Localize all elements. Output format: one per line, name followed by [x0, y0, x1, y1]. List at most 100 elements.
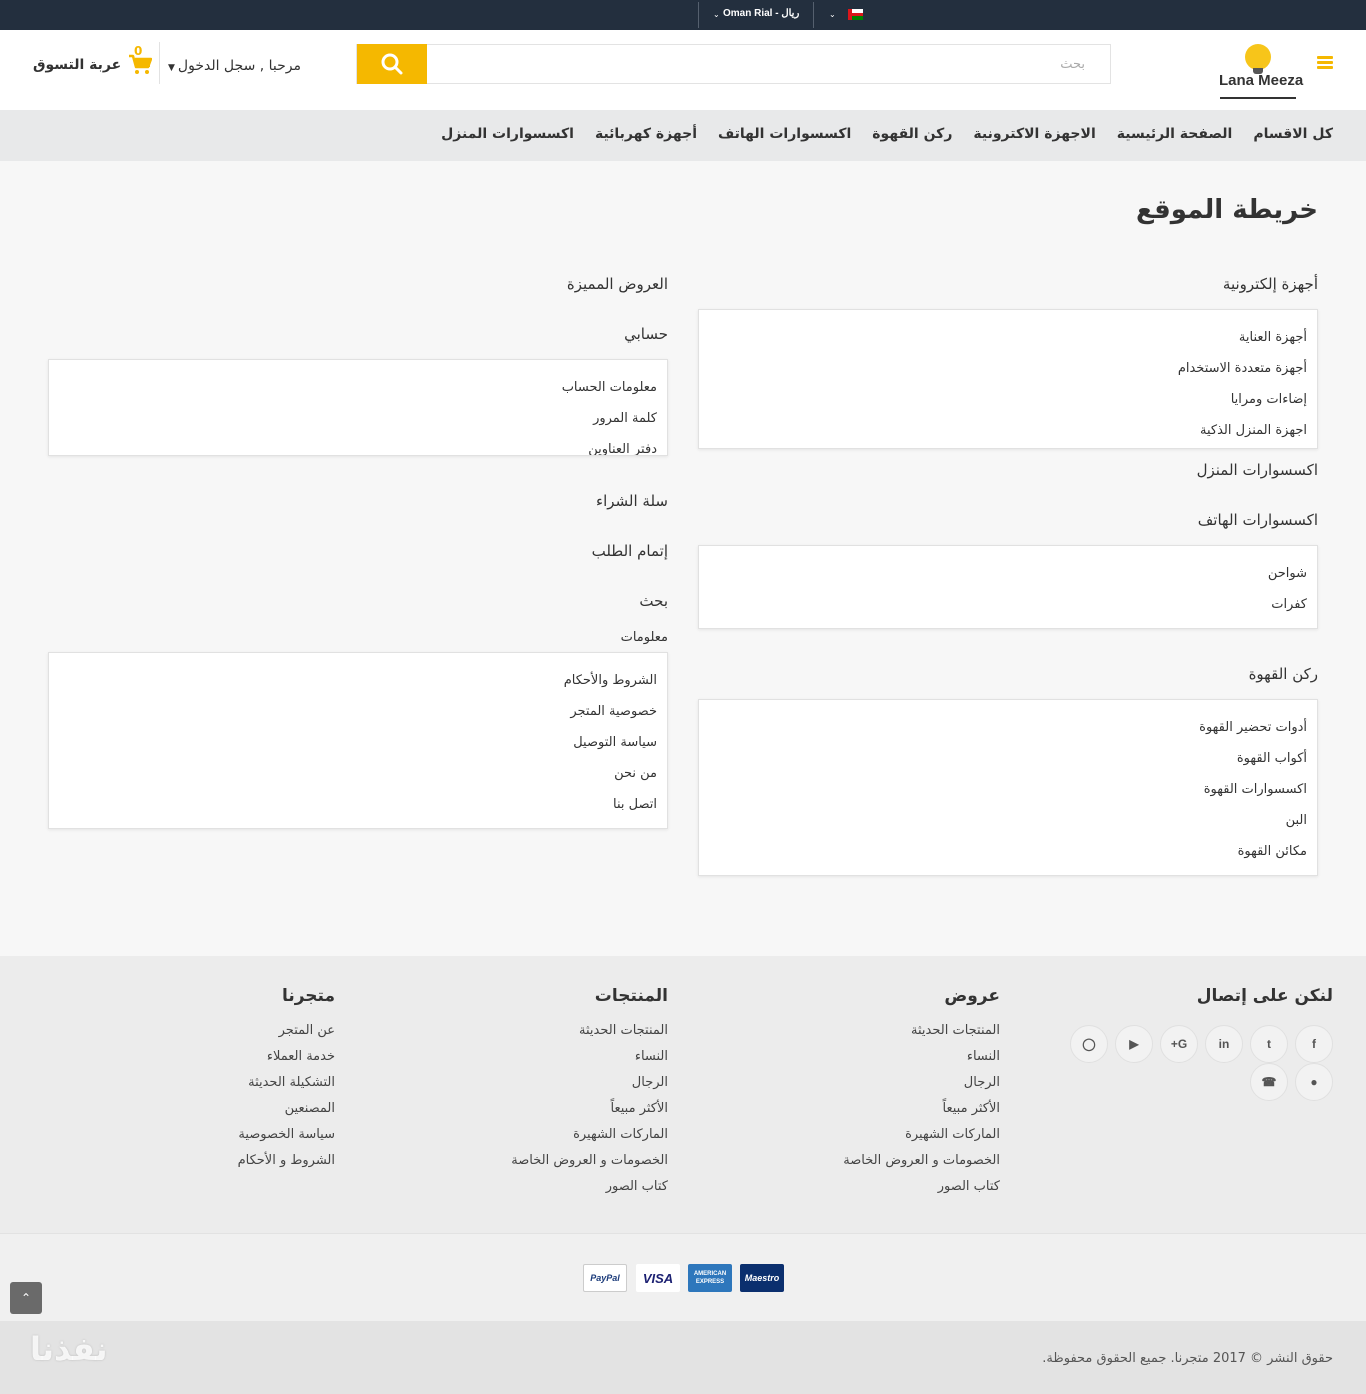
divider: [813, 2, 814, 28]
whatsapp-icon[interactable]: ☎: [1250, 1063, 1288, 1101]
nav-item-electrical-appliances[interactable]: أجهزة كهربائية: [595, 126, 697, 142]
account-menu[interactable]: مرحبا , سجل الدخول▼: [168, 58, 301, 74]
sitemap-link[interactable]: الشروط والأحكام: [49, 665, 657, 696]
nav-item-all-categories[interactable]: كل الاقسام: [1253, 126, 1333, 142]
twitter-icon[interactable]: t: [1250, 1025, 1288, 1063]
sitemap-link[interactable]: إضاءات ومرايا: [699, 384, 1307, 415]
footer-products-title: المنتجات: [594, 986, 668, 1006]
footer-link[interactable]: سياسة الخصوصية: [238, 1122, 335, 1148]
footer-link[interactable]: التشكيلة الحديثة: [238, 1070, 335, 1096]
sitemap-link[interactable]: اكسسوارات القهوة: [699, 774, 1307, 805]
footer-link[interactable]: المنتجات الحديثة: [843, 1018, 1000, 1044]
footer-link[interactable]: المصنعين: [238, 1096, 335, 1122]
footer-link[interactable]: الرجال: [843, 1070, 1000, 1096]
sitemap-info-box: الشروط والأحكام خصوصية المتجر سياسة التو…: [48, 652, 668, 829]
sitemap-link[interactable]: شواحن: [699, 558, 1307, 589]
sitemap-checkout-title[interactable]: إتمام الطلب: [592, 542, 668, 560]
sitemap-link[interactable]: خصوصية المتجر: [49, 696, 657, 727]
footer-link[interactable]: الماركات الشهيرة: [511, 1122, 668, 1148]
bulb-icon: [1245, 44, 1271, 74]
watermark: نفذنا: [30, 1330, 108, 1368]
scroll-to-top-button[interactable]: ⌃: [10, 1282, 42, 1314]
sitemap-link[interactable]: سياسة التوصيل: [49, 727, 657, 758]
footer-link[interactable]: النساء: [843, 1044, 1000, 1070]
footer-link[interactable]: المنتجات الحديثة: [511, 1018, 668, 1044]
main-nav: كل الاقسام الصفحة الرئيسية الاجهزة الاكت…: [0, 110, 1366, 161]
footer-link[interactable]: الأكثر مبيعاً: [511, 1096, 668, 1122]
facebook-icon[interactable]: f: [1295, 1025, 1333, 1063]
footer-link[interactable]: الشروط و الأحكام: [238, 1148, 335, 1174]
paypal-icon: PayPal: [583, 1264, 627, 1292]
sitemap-link[interactable]: أكواب القهوة: [699, 743, 1307, 774]
sitemap-home-accessories-title[interactable]: اكسسوارات المنزل: [1197, 461, 1318, 479]
sitemap-phone-accessories-box: شواحن كفرات: [698, 545, 1318, 629]
footer-link[interactable]: الرجال: [511, 1070, 668, 1096]
sitemap-link[interactable]: أجهزة متعددة الاستخدام: [699, 353, 1307, 384]
footer-link[interactable]: الأكثر مبيعاً: [843, 1096, 1000, 1122]
footer-store: متجرنا عن المتجر خدمة العملاء التشكيلة ا…: [238, 986, 335, 1174]
sitemap-electronics-box: أجهزة العناية أجهزة متعددة الاستخدام إضا…: [698, 309, 1318, 449]
sitemap-link[interactable]: من نحن: [49, 758, 657, 789]
cart-icon[interactable]: [128, 54, 152, 76]
footer-link[interactable]: خدمة العملاء: [238, 1044, 335, 1070]
sitemap-link[interactable]: مكائن القهوة: [699, 836, 1307, 867]
currency-selector[interactable]: Oman Rial - ريال: [723, 8, 799, 19]
menu-icon[interactable]: [1317, 56, 1333, 70]
footer-link[interactable]: الخصومات و العروض الخاصة: [511, 1148, 668, 1174]
sitemap-account-title[interactable]: حسابي: [624, 325, 668, 343]
sitemap-coffee-title[interactable]: ركن القهوة: [1249, 665, 1318, 683]
sitemap-featured-title[interactable]: العروض المميزة: [567, 275, 668, 293]
search-bar: [356, 44, 1111, 84]
sitemap-link[interactable]: اتصل بنا: [49, 789, 657, 820]
sitemap-link[interactable]: دفتر العناوين: [49, 434, 657, 455]
footer-contact: لنكن على إتصال: [1197, 986, 1333, 1018]
payment-methods: PayPal VISA AMERICAN EXPRESS Maestro: [0, 1233, 1366, 1321]
instagram-icon[interactable]: ◯: [1070, 1025, 1108, 1063]
sitemap-link[interactable]: معلومات الحساب: [49, 372, 657, 403]
logo[interactable]: Lana Meeza: [1216, 40, 1303, 102]
top-bar: ⌄ Oman Rial - ريال ⌄: [0, 0, 1366, 30]
youtube-icon[interactable]: ▶: [1115, 1025, 1153, 1063]
header: Lana Meeza مرحبا , سجل الدخول▼ 0 عربة ال…: [0, 30, 1366, 110]
footer-link[interactable]: الماركات الشهيرة: [843, 1122, 1000, 1148]
footer-link[interactable]: النساء: [511, 1044, 668, 1070]
oman-flag-icon[interactable]: [848, 9, 863, 20]
sitemap-cart-title[interactable]: سلة الشراء: [596, 492, 668, 510]
sitemap-phone-accessories-title[interactable]: اكسسوارات الهاتف: [1198, 511, 1318, 529]
sitemap-electronics-title[interactable]: أجهزة إلكترونية: [1223, 275, 1318, 293]
nav-item-electronics[interactable]: الاجهزة الاكترونية: [973, 126, 1095, 142]
sitemap-link[interactable]: كلمة المرور: [49, 403, 657, 434]
sitemap-info-title[interactable]: معلومات: [621, 630, 668, 645]
sitemap-link[interactable]: البن: [699, 805, 1307, 836]
page-title: خريطة الموقع: [1135, 195, 1318, 225]
nav-item-home[interactable]: الصفحة الرئيسية: [1117, 126, 1233, 142]
nav-item-home-accessories[interactable]: اكسسوارات المنزل: [441, 126, 574, 142]
footer-link[interactable]: كتاب الصور: [843, 1174, 1000, 1200]
chevron-down-icon: ⌄: [713, 10, 720, 19]
nav-item-coffee[interactable]: ركن القهوة: [872, 126, 952, 142]
copyright-bar: حقوق النشر © 2017 متجرنا. جميع الحقوق مح…: [0, 1321, 1366, 1394]
visa-icon: VISA: [636, 1264, 680, 1292]
footer-offers-title: عروض: [944, 986, 1000, 1006]
caret-down-icon: ▼: [168, 63, 175, 73]
search-button[interactable]: [357, 44, 427, 84]
sitemap-link[interactable]: اجهزة المنزل الذكية: [699, 415, 1307, 446]
footer-link[interactable]: الخصومات و العروض الخاصة: [843, 1148, 1000, 1174]
sitemap-account-box: معلومات الحساب كلمة المرور دفتر العناوين: [48, 359, 668, 456]
sitemap-link[interactable]: كفرات: [699, 589, 1307, 620]
footer-contact-title: لنكن على إتصال: [1196, 986, 1333, 1006]
cart-label[interactable]: عربة التسوق: [33, 57, 121, 73]
sitemap-link[interactable]: أجهزة العناية: [699, 322, 1307, 353]
search-icon: [381, 53, 403, 75]
chevron-down-icon[interactable]: ⌄: [829, 10, 836, 19]
nav-item-phone-accessories[interactable]: اكسسوارات الهاتف: [718, 126, 851, 142]
footer-link[interactable]: كتاب الصور: [511, 1174, 668, 1200]
footer-link[interactable]: عن المتجر: [238, 1018, 335, 1044]
sitemap-link[interactable]: أدوات تحضير القهوة: [699, 712, 1307, 743]
snapchat-icon[interactable]: ●: [1295, 1063, 1333, 1101]
search-input[interactable]: [429, 45, 1099, 83]
sitemap-search-title[interactable]: بحث: [639, 592, 668, 610]
linkedin-icon[interactable]: in: [1205, 1025, 1243, 1063]
google-plus-icon[interactable]: G+: [1160, 1025, 1198, 1063]
footer-store-title: متجرنا: [281, 986, 335, 1006]
